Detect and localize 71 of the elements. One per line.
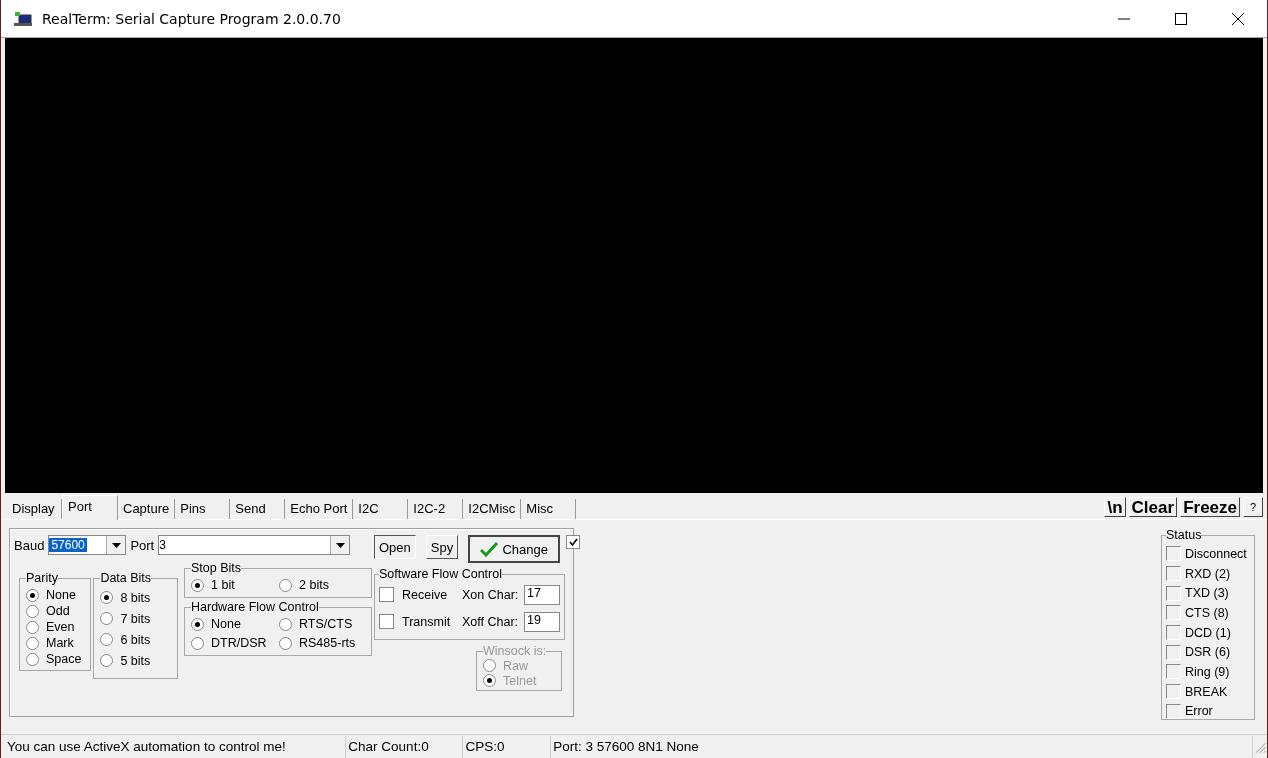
radio-option[interactable]: Odd — [26, 603, 85, 619]
radio-option[interactable]: 6 bits — [100, 629, 171, 650]
radio-option[interactable]: 7 bits — [100, 608, 171, 629]
radio-option[interactable]: Even — [26, 619, 85, 635]
char-label: Xoff Char: — [462, 614, 520, 629]
group-title: Stop Bits — [191, 561, 242, 575]
tab[interactable]: Capture — [118, 499, 176, 519]
tab[interactable]: Misc — [521, 499, 577, 519]
toolbar-button[interactable]: ? — [1243, 497, 1263, 517]
baud-dropdown[interactable]: 57600 — [48, 535, 127, 555]
maximize-icon[interactable] — [1175, 12, 1187, 25]
radio-option[interactable]: 1 bit — [191, 577, 279, 593]
toolbar-button[interactable]: Freeze — [1180, 497, 1240, 517]
status-bar-text: Port: 3 57600 8N1 None — [551, 735, 1254, 758]
status-label: BREAK — [1185, 684, 1228, 699]
group-title: Parity — [26, 571, 58, 585]
status-bar-text: CPS:0 — [463, 735, 552, 758]
tab[interactable]: Port — [62, 495, 118, 520]
spy-button[interactable]: Spy — [425, 535, 459, 559]
group-title: Status — [1166, 528, 1202, 542]
tab[interactable]: I2CMisc — [463, 499, 522, 519]
radio-option[interactable]: 5 bits — [100, 650, 171, 671]
status-label: DSR (6) — [1185, 645, 1231, 660]
toolbar-button[interactable]: Clear — [1128, 497, 1178, 517]
radio-option[interactable]: DTR/DSR — [191, 635, 279, 651]
radio-option[interactable]: 2 bits — [279, 577, 359, 593]
group-title: Software Flow Control — [379, 567, 502, 581]
checkbox-label: Transmit — [402, 614, 452, 629]
status-label: CTS (8) — [1185, 605, 1229, 620]
group-title: Hardware Flow Control — [191, 600, 319, 614]
status-label: Disconnect — [1185, 546, 1247, 561]
status-bar-text: You can use ActiveX automation to control me! — [5, 735, 347, 758]
tab[interactable]: Pins — [175, 499, 231, 519]
tab[interactable]: Send — [230, 499, 286, 519]
checkbox-label: Receive — [402, 587, 449, 602]
caret-icon — [335, 542, 345, 548]
status-label: Error — [1185, 704, 1213, 719]
status-label: TXD (3) — [1185, 586, 1229, 601]
tab[interactable]: Echo Port — [285, 499, 354, 519]
checkbox[interactable] — [379, 614, 394, 629]
status-bar-text: Char Count:0 — [346, 735, 464, 758]
radio-option[interactable]: None — [26, 587, 85, 603]
input-field[interactable]: 19 — [524, 611, 560, 632]
baud-label: Baud — [14, 537, 45, 553]
checkbox[interactable] — [566, 535, 581, 549]
tab[interactable]: I2C — [353, 499, 409, 519]
window-title: RealTerm: Serial Capture Program 2.0.0.70 — [42, 10, 341, 27]
status-label: RXD (2) — [1185, 566, 1231, 581]
input-field[interactable]: 17 — [524, 584, 560, 605]
open-button[interactable]: Open — [374, 535, 416, 559]
toolbar-button[interactable]: \n — [1104, 497, 1126, 517]
radio-option[interactable]: RTS/CTS — [279, 616, 359, 632]
radio-option[interactable]: 8 bits — [100, 587, 171, 608]
status-label: Ring (9) — [1185, 664, 1230, 679]
radio-option[interactable]: Space — [26, 651, 85, 667]
radio-option[interactable]: Mark — [26, 635, 85, 651]
checkmark-icon — [480, 541, 499, 557]
group-title: Data Bits — [100, 571, 152, 585]
tab[interactable]: I2C-2 — [408, 499, 464, 519]
computer-icon — [13, 10, 33, 27]
group-title: Winsock is: — [483, 644, 547, 658]
caret-icon — [111, 542, 121, 548]
checkbox[interactable] — [379, 587, 394, 602]
radio-option[interactable]: RS485-rts — [279, 635, 359, 651]
close-icon[interactable] — [1232, 12, 1244, 25]
port-label: Port — [130, 537, 155, 553]
char-label: Xon Char: — [462, 587, 520, 602]
change-button[interactable]: Change — [468, 535, 561, 563]
port-dropdown[interactable]: 3 — [158, 535, 351, 555]
status-label: DCD (1) — [1185, 625, 1231, 640]
radio-option[interactable]: None — [191, 616, 279, 632]
